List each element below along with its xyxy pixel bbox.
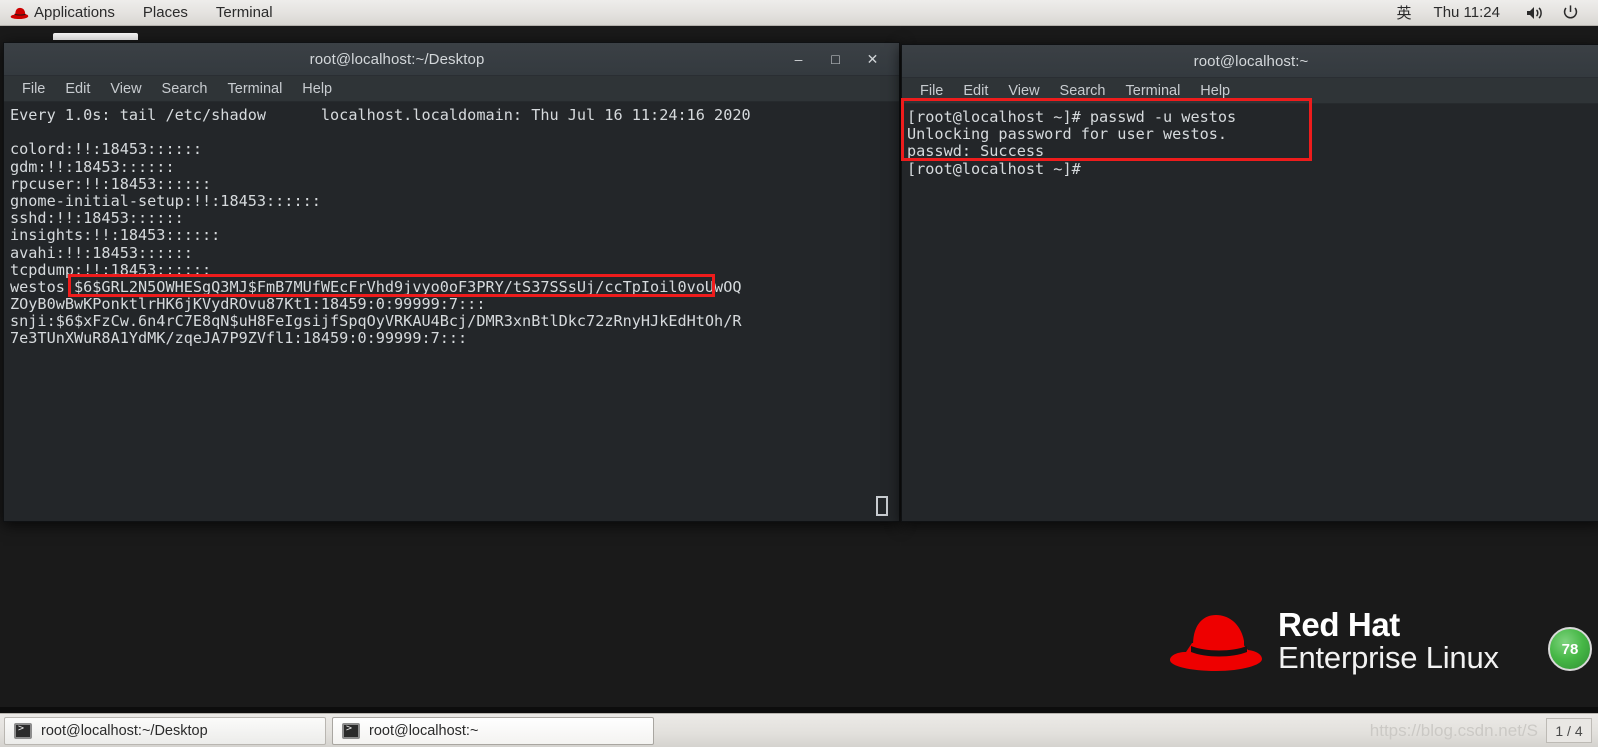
desktop-screen: Applications Places Terminal 英 Thu 11:24 xyxy=(0,0,1598,747)
rhel-branding: Red Hat Enterprise Linux xyxy=(1168,608,1499,673)
menu-view-right[interactable]: View xyxy=(998,83,1049,99)
workspace-switcher[interactable]: 1 / 4 xyxy=(1546,718,1592,743)
menu-edit[interactable]: Edit xyxy=(55,81,100,97)
terminal-window-shell[interactable]: root@localhost:~ File Edit View Search T… xyxy=(901,44,1598,522)
redhat-logo-icon xyxy=(1170,614,1262,671)
menu-help-right[interactable]: Help xyxy=(1190,83,1240,99)
terminal-line: colord:!!:18453:::::: xyxy=(10,140,203,159)
terminal-window-watch[interactable]: root@localhost:~/Desktop – □ ✕ File Edit… xyxy=(3,33,900,522)
menu-edit-right[interactable]: Edit xyxy=(953,83,998,99)
terminal-output-watch[interactable]: Every 1.0s: tail /etc/shadow localhost.l… xyxy=(4,103,899,521)
speaker-icon[interactable] xyxy=(1516,5,1553,21)
status-badge[interactable]: 78 xyxy=(1548,627,1592,671)
rhel-brand-text: Red Hat Enterprise Linux xyxy=(1278,608,1499,673)
menu-view[interactable]: View xyxy=(100,81,151,97)
terminal-line: passwd: Success xyxy=(907,142,1045,161)
minimize-button[interactable]: – xyxy=(790,51,807,68)
menu-search[interactable]: Search xyxy=(152,81,218,97)
terminal-line: gnome-initial-setup:!!:18453:::::: xyxy=(10,191,321,210)
places-menu[interactable]: Places xyxy=(129,0,202,25)
terminal-line: [root@localhost ~]# passwd -u westos xyxy=(907,108,1237,126)
taskbar-item-home[interactable]: root@localhost:~ xyxy=(332,716,654,745)
taskbar-item-desktop-label: root@localhost:~/Desktop xyxy=(41,722,208,739)
terminal-line: [root@localhost ~]# xyxy=(907,159,1081,178)
close-button[interactable]: ✕ xyxy=(864,51,881,68)
terminal-line: sshd:!!:18453:::::: xyxy=(10,209,184,228)
terminal-line: gdm:!!:18453:::::: xyxy=(10,157,175,176)
applications-menu-label: Applications xyxy=(34,4,115,21)
terminal-app-menu[interactable]: Terminal xyxy=(202,0,287,25)
window-title-left: root@localhost:~/Desktop xyxy=(309,50,485,68)
menu-search-right[interactable]: Search xyxy=(1050,83,1116,99)
terminal-icon xyxy=(342,722,360,739)
terminal-cursor xyxy=(876,496,888,516)
terminal-output-shell[interactable]: [root@localhost ~]# passwd -u westos Unlo… xyxy=(902,105,1598,521)
taskbar-right-area: https://blog.csdn.net/S 1 / 4 xyxy=(1370,718,1598,743)
power-icon[interactable] xyxy=(1553,4,1588,21)
rhel-brand-line1: Red Hat xyxy=(1278,606,1400,643)
taskbar: root@localhost:~/Desktop root@localhost:… xyxy=(0,713,1598,747)
input-method-indicator[interactable]: 英 xyxy=(1391,2,1418,23)
rhel-brand-line2: Enterprise Linux xyxy=(1278,639,1499,675)
terminal-line: Unlocking password for user westos. xyxy=(907,125,1228,144)
places-menu-label: Places xyxy=(142,4,188,21)
terminal-line: rpcuser:!!:18453:::::: xyxy=(10,174,212,193)
terminal-line: insights:!!:18453:::::: xyxy=(10,226,221,245)
taskbar-item-home-label: root@localhost:~ xyxy=(369,722,479,739)
terminal-line: westos:$6$GRL2N5OWHESgQ3MJ$FmB7MUfWEcFrV… xyxy=(10,277,742,296)
menu-help[interactable]: Help xyxy=(292,81,342,97)
terminal-icon xyxy=(14,722,32,739)
top-panel-menus: Applications Places Terminal xyxy=(0,0,287,25)
terminal-line: snji:$6$xFzCw.6n4rC7E8qN$uH8FeIgsijfSpqO… xyxy=(10,312,742,331)
menu-terminal[interactable]: Terminal xyxy=(218,81,293,97)
terminal-line: 7e3TUnXWuR8A1YdMK/zqeJA7P9ZVfl1:18459:0:… xyxy=(10,329,468,348)
terminal-line: ZOyB0wBwKPonktlrHK6jKVydROvu87Kt1:18459:… xyxy=(10,295,486,314)
titlebar-left[interactable]: root@localhost:~/Desktop – □ ✕ xyxy=(4,43,899,76)
titlebar-right[interactable]: root@localhost:~ xyxy=(902,45,1598,78)
watermark-text: https://blog.csdn.net/S xyxy=(1369,720,1538,740)
terminal-line: tcpdump:!!:18453:::::: xyxy=(10,260,212,279)
window-tab-indicator xyxy=(53,33,138,40)
menu-file-right[interactable]: File xyxy=(910,83,953,99)
terminal-app-menu-label: Terminal xyxy=(215,4,273,21)
menubar-left: File Edit View Search Terminal Help xyxy=(4,76,899,102)
window-controls-left: – □ ✕ xyxy=(790,51,899,68)
top-panel-status-area: 英 Thu 11:24 xyxy=(1391,0,1598,25)
menu-file[interactable]: File xyxy=(12,81,55,97)
maximize-button[interactable]: □ xyxy=(827,51,844,68)
terminal-line: Every 1.0s: tail /etc/shadow localhost.l… xyxy=(10,106,751,124)
terminal-line: avahi:!!:18453:::::: xyxy=(10,243,193,262)
redhat-hat-icon xyxy=(10,7,29,19)
taskbar-item-desktop[interactable]: root@localhost:~/Desktop xyxy=(4,716,326,745)
menu-terminal-right[interactable]: Terminal xyxy=(1116,83,1191,99)
top-panel: Applications Places Terminal 英 Thu 11:24 xyxy=(0,0,1598,26)
menubar-right: File Edit View Search Terminal Help xyxy=(902,78,1598,104)
window-title-right: root@localhost:~ xyxy=(1193,52,1309,70)
clock[interactable]: Thu 11:24 xyxy=(1418,4,1516,21)
applications-menu[interactable]: Applications xyxy=(0,0,129,25)
